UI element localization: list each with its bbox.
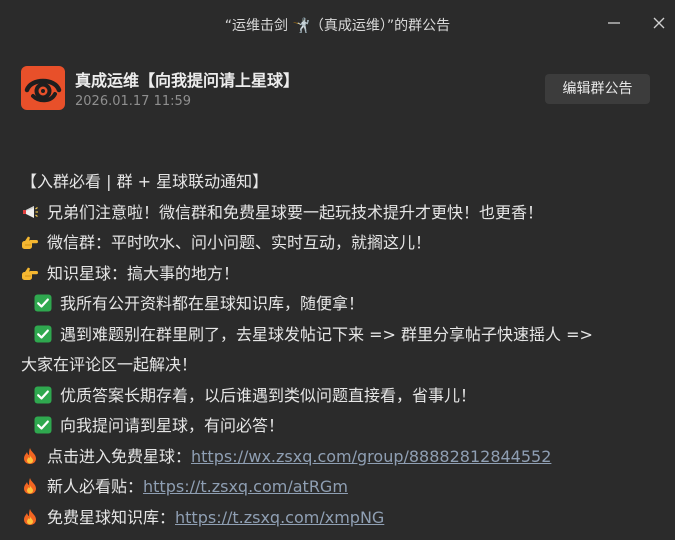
minimize-icon bbox=[608, 22, 620, 24]
point-text: 向我提问请到星球，有问必答！ bbox=[60, 416, 285, 435]
point-text: 遇到难题别在群里刷了，去星球发帖记下来 => 群里分享帖子快速摇人 => bbox=[60, 324, 593, 344]
free-planet-link[interactable]: https://wx.zsxq.com/group/88882812844552 bbox=[191, 447, 551, 466]
close-button[interactable] bbox=[646, 10, 672, 36]
announcement-body: 【入群必看 | 群 + 星球联动通知】 兄弟们注意啦！微信群和免费星球要一起玩技… bbox=[21, 167, 651, 533]
wechat-group-line: 微信群：平时吹水、问小问题、实时互动，就搁这儿！ bbox=[21, 228, 651, 259]
intro-line: 兄弟们注意啦！微信群和免费星球要一起玩技术提升才更快！也更香！ bbox=[21, 198, 651, 229]
group-logo-icon bbox=[21, 66, 65, 110]
post-timestamp: 2026.01.17 11:59 bbox=[75, 94, 192, 109]
pointing-hand-icon bbox=[21, 233, 39, 251]
close-icon bbox=[653, 17, 665, 29]
point-line: 我所有公开资料都在星球知识库，随便拿！ bbox=[21, 289, 651, 320]
wechat-group-text: 微信群：平时吹水、问小问题、实时互动，就搁这儿！ bbox=[47, 233, 432, 252]
point-text: 我所有公开资料都在星球知识库，随便拿！ bbox=[60, 294, 365, 313]
group-avatar[interactable] bbox=[21, 66, 65, 110]
intro-text: 兄弟们注意啦！微信群和免费星球要一起玩技术提升才更快！也更香！ bbox=[47, 202, 544, 222]
fire-icon bbox=[21, 477, 39, 495]
heading-text: 【入群必看 | 群 + 星球联动通知】 bbox=[21, 172, 269, 191]
link-label: 免费星球知识库： bbox=[47, 507, 176, 527]
planet-line: 知识星球：搞大事的地方！ bbox=[21, 259, 651, 290]
pointing-hand-icon bbox=[21, 264, 39, 282]
title-bar: “运维击剑 🤺（真成运维）”的群公告 bbox=[0, 0, 675, 50]
point-text: 优质答案长期存着，以后谁遇到类似问题直接看，省事儿！ bbox=[60, 385, 477, 405]
point-continuation-line: 大家在评论区一起解决！ bbox=[21, 350, 651, 381]
window-title: “运维击剑 🤺（真成运维）”的群公告 bbox=[224, 18, 451, 34]
minimize-button[interactable] bbox=[601, 10, 627, 36]
fire-icon bbox=[21, 508, 39, 526]
link-line-free-planet: 点击进入免费星球：https://wx.zsxq.com/group/88882… bbox=[21, 442, 651, 473]
fire-icon bbox=[21, 447, 39, 465]
link-line-knowledge-base: 免费星球知识库：https://t.zsxq.com/xmpNG bbox=[21, 503, 651, 534]
edit-announcement-button[interactable]: 编辑群公告 bbox=[545, 74, 650, 104]
link-line-newbie-post: 新人必看贴：https://t.zsxq.com/atRGm bbox=[21, 472, 651, 503]
link-label: 新人必看贴： bbox=[47, 477, 144, 496]
newbie-post-link[interactable]: https://t.zsxq.com/atRGm bbox=[143, 477, 348, 496]
announcement-header: 真成运维【向我提问请上星球】 2026.01.17 11:59 编辑群公告 bbox=[0, 58, 675, 120]
check-mark-icon bbox=[34, 294, 52, 312]
point-line: 优质答案长期存着，以后谁遇到类似问题直接看，省事儿！ bbox=[21, 381, 651, 412]
group-name: 真成运维【向我提问请上星球】 bbox=[75, 71, 300, 90]
announcement-heading: 【入群必看 | 群 + 星球联动通知】 bbox=[21, 167, 651, 198]
link-label: 点击进入免费星球： bbox=[47, 446, 192, 466]
knowledge-base-link[interactable]: https://t.zsxq.com/xmpNG bbox=[175, 508, 384, 527]
planet-text: 知识星球：搞大事的地方！ bbox=[47, 263, 240, 283]
check-mark-icon bbox=[34, 325, 52, 343]
check-mark-icon bbox=[34, 386, 52, 404]
check-mark-icon bbox=[34, 416, 52, 434]
megaphone-icon bbox=[21, 203, 39, 221]
point-line: 遇到难题别在群里刷了，去星球发帖记下来 => 群里分享帖子快速摇人 => bbox=[21, 320, 651, 351]
point-continuation-text: 大家在评论区一起解决！ bbox=[21, 355, 198, 374]
point-line: 向我提问请到星球，有问必答！ bbox=[21, 411, 651, 442]
